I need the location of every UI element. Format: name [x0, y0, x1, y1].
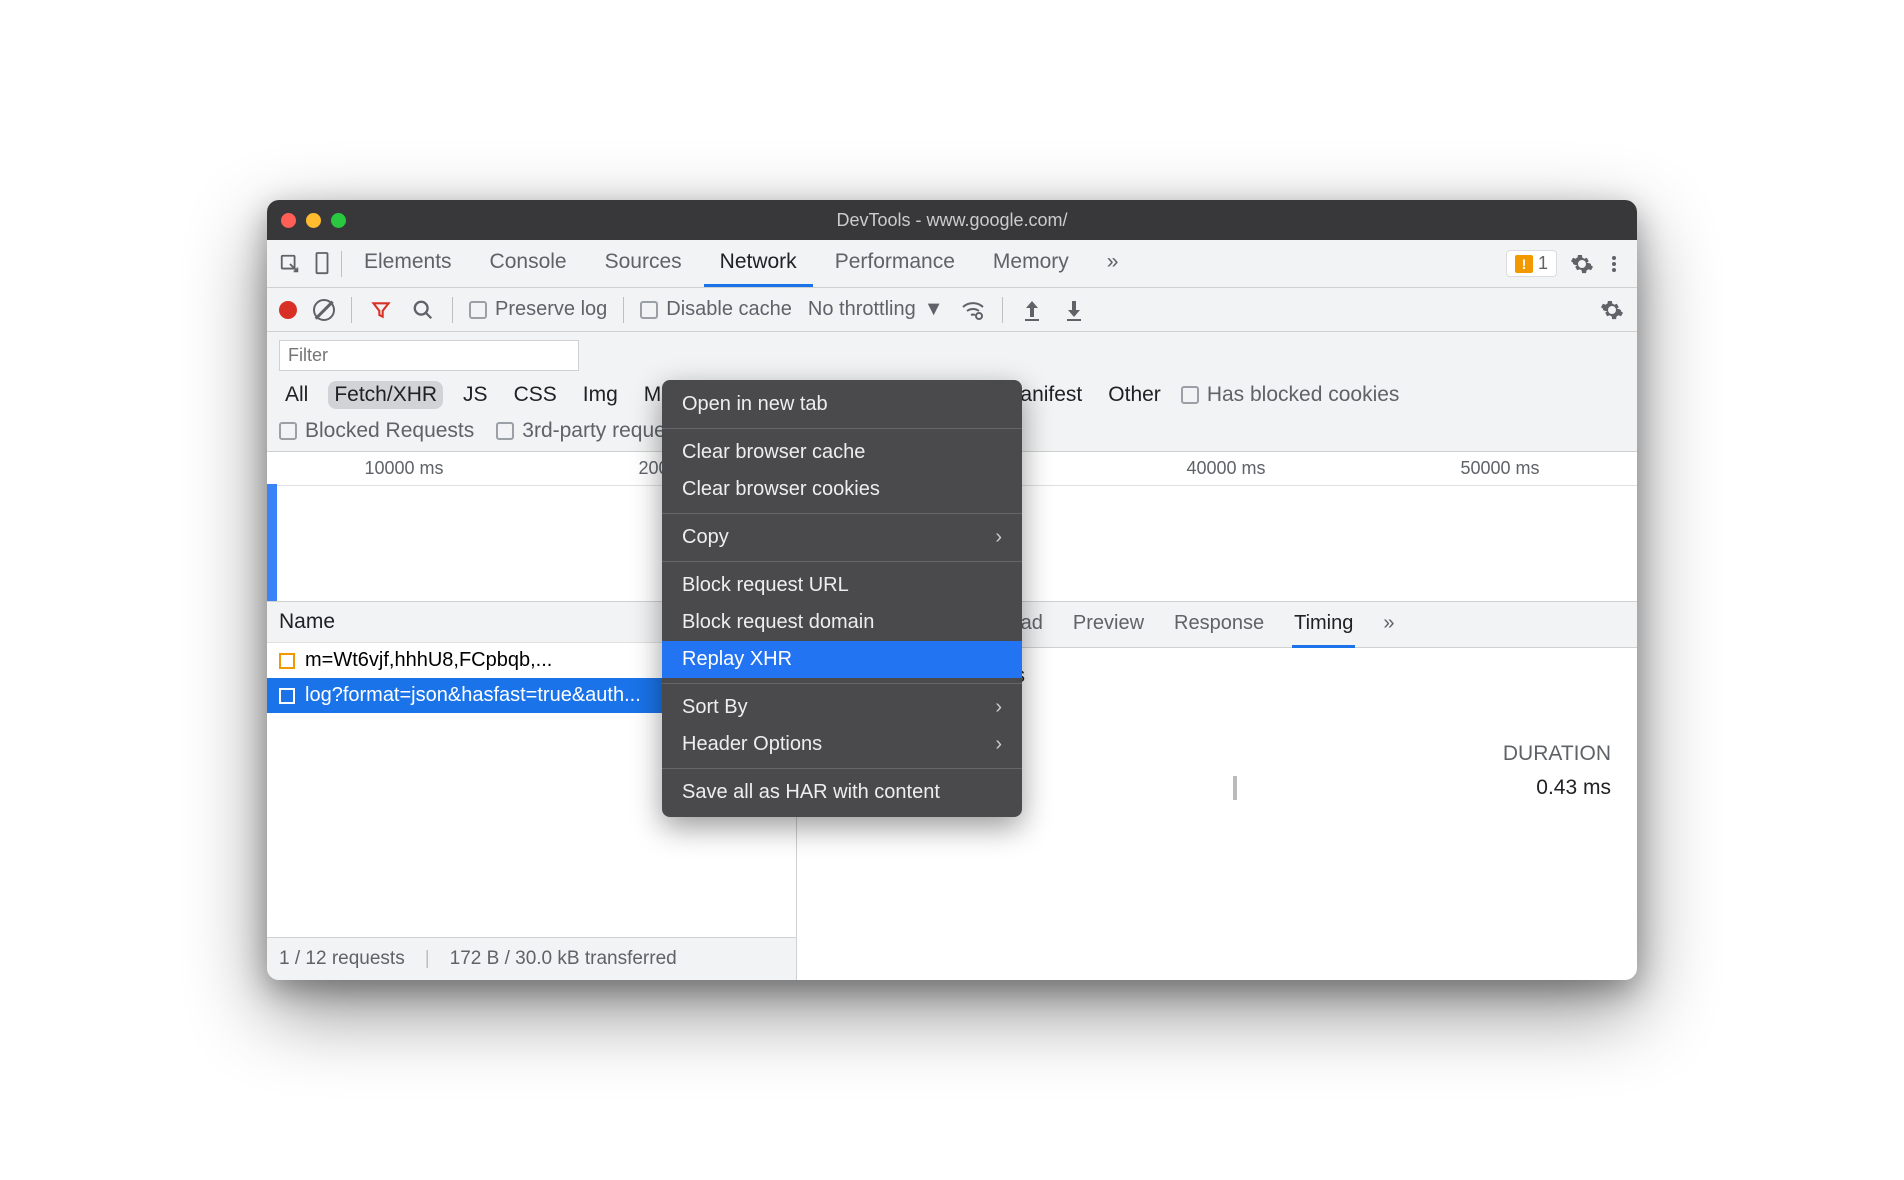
timeline-marker — [267, 484, 277, 601]
tick: 10000 ms — [267, 458, 541, 479]
request-name: log?format=json&hasfast=true&auth... — [305, 684, 641, 707]
chevron-down-icon: ▼ — [924, 298, 944, 321]
panel-tabs: Elements Console Sources Network Perform… — [267, 240, 1637, 288]
chevron-right-icon: › — [995, 526, 1002, 549]
wifi-icon[interactable] — [960, 297, 986, 323]
tab-sources[interactable]: Sources — [589, 240, 698, 287]
transferred-size: 172 B / 30.0 kB transferred — [450, 948, 677, 970]
devtools-window: DevTools - www.google.com/ Elements Cons… — [267, 200, 1637, 980]
chevron-right-icon: › — [995, 696, 1002, 719]
filter-other[interactable]: Other — [1102, 381, 1167, 409]
kebab-icon[interactable] — [1601, 251, 1627, 277]
tab-performance[interactable]: Performance — [819, 240, 971, 287]
filter-all[interactable]: All — [279, 381, 314, 409]
upload-icon[interactable] — [1019, 297, 1045, 323]
tab-network[interactable]: Network — [704, 240, 813, 287]
filter-xhr[interactable]: Fetch/XHR — [328, 381, 443, 409]
menu-save-har[interactable]: Save all as HAR with content — [662, 774, 1022, 811]
filter-js[interactable]: JS — [457, 381, 494, 409]
menu-block-url[interactable]: Block request URL — [662, 567, 1022, 604]
inspect-icon[interactable] — [277, 251, 303, 277]
tab-more[interactable]: » — [1381, 602, 1396, 648]
clear-button[interactable] — [313, 299, 335, 321]
download-icon[interactable] — [1061, 297, 1087, 323]
blocked-requests-checkbox[interactable]: Blocked Requests — [279, 419, 474, 443]
has-blocked-cookies-checkbox[interactable]: Has blocked cookies — [1181, 383, 1400, 407]
filter-input[interactable] — [279, 340, 579, 371]
status-bar: 1 / 12 requests | 172 B / 30.0 kB transf… — [267, 937, 796, 980]
tab-response[interactable]: Response — [1172, 602, 1266, 648]
menu-clear-cookies[interactable]: Clear browser cookies — [662, 471, 1022, 508]
warning-icon: ! — [1515, 255, 1533, 273]
throttling-select[interactable]: No throttling ▼ — [808, 298, 944, 321]
xhr-icon — [279, 688, 295, 704]
tab-preview[interactable]: Preview — [1071, 602, 1146, 648]
menu-copy[interactable]: Copy› — [662, 519, 1022, 556]
issues-count: 1 — [1538, 253, 1548, 274]
menu-clear-cache[interactable]: Clear browser cache — [662, 434, 1022, 471]
tab-timing[interactable]: Timing — [1292, 602, 1355, 648]
timing-bar — [1233, 776, 1237, 800]
disable-cache-checkbox[interactable]: Disable cache — [640, 298, 792, 321]
titlebar: DevTools - www.google.com/ — [267, 200, 1637, 240]
issues-badge[interactable]: ! 1 — [1506, 250, 1557, 277]
request-name: m=Wt6vjf,hhhU8,FCpbqb,... — [305, 649, 552, 672]
funnel-icon[interactable] — [368, 297, 394, 323]
search-icon[interactable] — [410, 297, 436, 323]
gear-icon[interactable] — [1599, 297, 1625, 323]
menu-header-options[interactable]: Header Options› — [662, 726, 1022, 763]
menu-open-new-tab[interactable]: Open in new tab — [662, 386, 1022, 423]
window-title: DevTools - www.google.com/ — [267, 210, 1637, 231]
tick: 40000 ms — [1089, 458, 1363, 479]
tick: 50000 ms — [1363, 458, 1637, 479]
tab-more[interactable]: » — [1091, 240, 1135, 287]
filter-css[interactable]: CSS — [508, 381, 563, 409]
tab-console[interactable]: Console — [474, 240, 583, 287]
record-button[interactable] — [279, 301, 297, 319]
request-count: 1 / 12 requests — [279, 948, 405, 970]
queueing-value: 0.43 ms — [1536, 776, 1611, 800]
network-toolbar: Preserve log Disable cache No throttling… — [267, 288, 1637, 332]
menu-replay-xhr[interactable]: Replay XHR — [662, 641, 1022, 678]
gear-icon[interactable] — [1569, 251, 1595, 277]
preserve-log-checkbox[interactable]: Preserve log — [469, 298, 607, 321]
context-menu: Open in new tab Clear browser cache Clea… — [662, 380, 1022, 817]
filter-img[interactable]: Img — [577, 381, 624, 409]
tab-memory[interactable]: Memory — [977, 240, 1085, 287]
tab-elements[interactable]: Elements — [348, 240, 468, 287]
chevron-right-icon: › — [995, 733, 1002, 756]
menu-block-domain[interactable]: Block request domain — [662, 604, 1022, 641]
duration-label: DURATION — [1503, 742, 1611, 766]
device-icon[interactable] — [309, 251, 335, 277]
xhr-icon — [279, 653, 295, 669]
menu-sort-by[interactable]: Sort By› — [662, 689, 1022, 726]
divider — [341, 251, 342, 277]
